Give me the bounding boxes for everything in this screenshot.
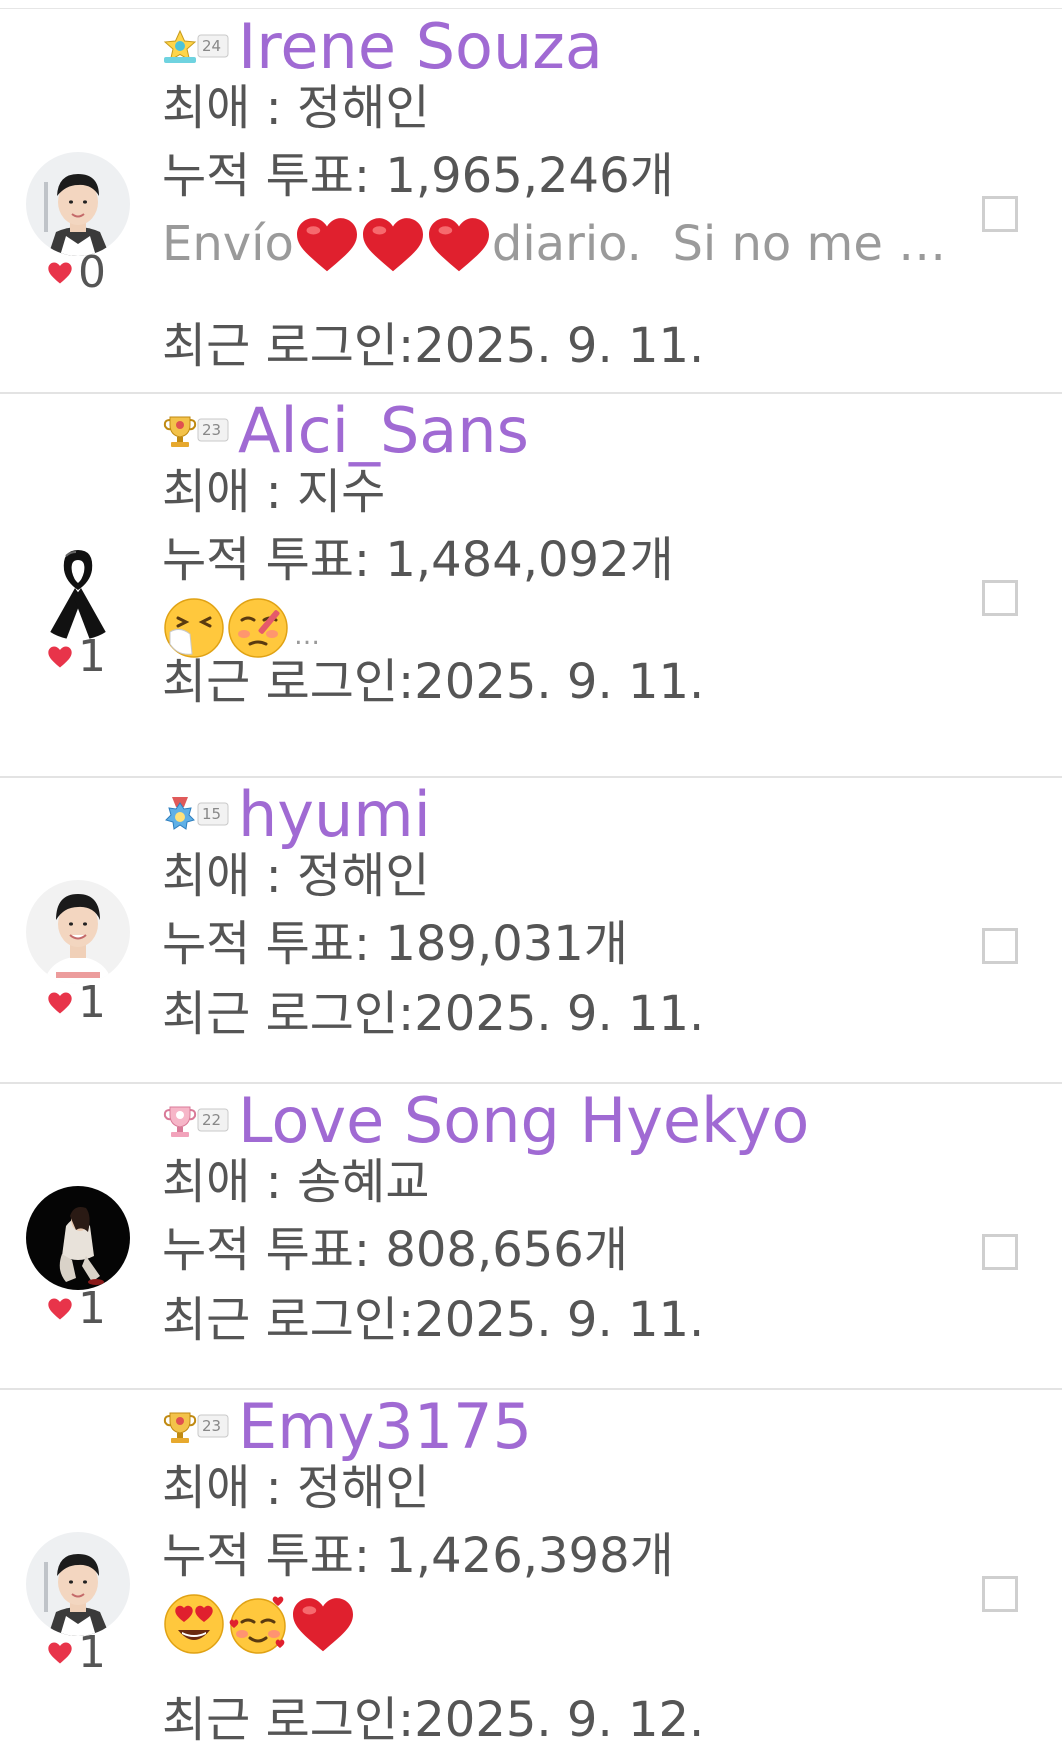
sick-face-emoji: 🤒: [228, 598, 288, 658]
favorite-name: 송혜교: [297, 1154, 430, 1210]
heart-icon: [48, 992, 72, 1014]
last-login-date: 2025. 9. 12.: [414, 1692, 705, 1748]
list-item[interactable]: 1 15 hyumi 최애 : 정해인 누적 투표: 189,031개 최근 로…: [0, 778, 1062, 1084]
red-heart-emoji: ❤️: [428, 218, 489, 272]
avatar[interactable]: [26, 536, 130, 640]
avatar[interactable]: [26, 1532, 130, 1636]
select-checkbox[interactable]: [982, 196, 1018, 232]
likes-count: 1: [78, 1283, 106, 1334]
heart-icon: [48, 1642, 72, 1664]
name-line: 22 Love Song Hyekyo: [162, 1088, 809, 1154]
favorite-line: 최애 : 지수: [162, 464, 386, 520]
username[interactable]: hyumi: [238, 782, 431, 848]
red-heart-emoji: ❤️: [362, 218, 423, 272]
select-checkbox[interactable]: [982, 1576, 1018, 1612]
votes-count: 1,965,246: [385, 148, 630, 204]
list-item[interactable]: 1 23 Alci_Sans 최애 : 지수 누적 투표: 1,484,092개…: [0, 394, 1062, 778]
username[interactable]: Irene Souza: [238, 14, 603, 80]
trophy-badge-icon: 23: [162, 1407, 230, 1447]
smiling-hearts-emoji: 🥰: [229, 1596, 286, 1654]
last-login-date: 2025. 9. 11.: [414, 1292, 705, 1348]
name-line: 23 Emy3175: [162, 1394, 532, 1460]
medal-badge-icon: 15: [162, 795, 230, 835]
favorite-line: 최애 : 정해인: [162, 1460, 430, 1516]
last-login-date: 2025. 9. 11.: [414, 654, 705, 710]
votes-line: 누적 투표: 1,484,092개: [162, 532, 674, 588]
favorite-line: 최애 : 정해인: [162, 848, 430, 904]
votes-count: 1,484,092: [385, 532, 630, 588]
heart-icon: [48, 646, 72, 668]
favorite-line: 최애 : 정해인: [162, 80, 430, 136]
likes-count: 0: [78, 247, 106, 298]
list-item[interactable]: 1 22 Love Song Hyekyo 최애 : 송혜교 누적 투표: 80…: [0, 1084, 1062, 1390]
last-login-date: 2025. 9. 11.: [414, 986, 705, 1042]
heart-eyes-emoji: 😍: [164, 1594, 224, 1654]
red-heart-emoji: ❤️: [293, 1598, 353, 1652]
favorite-name: 정해인: [297, 1460, 430, 1516]
red-heart-emoji: ❤️: [296, 218, 357, 272]
likes-count: 1: [78, 631, 106, 682]
name-line: 15 hyumi: [162, 782, 431, 848]
last-login-date: 2025. 9. 11.: [414, 318, 705, 374]
votes-line: 누적 투표: 808,656개: [162, 1222, 628, 1278]
status-message: 😍 🥰 ❤️: [162, 1584, 970, 1664]
votes-count: 189,031: [385, 916, 584, 972]
heart-icon: [48, 262, 72, 284]
list-item[interactable]: 0 24 Irene Souza 최애 : 정해인 누적 투표: 1,965,2…: [0, 10, 1062, 394]
select-checkbox[interactable]: [982, 1234, 1018, 1270]
avatar[interactable]: [26, 880, 130, 984]
list-item[interactable]: 1 23 Emy3175 최애 : 정해인 누적 투표: 1,426,398개 …: [0, 1390, 1062, 1758]
last-login-line: 최근 로그인:2025. 9. 11.: [162, 318, 705, 374]
username[interactable]: Alci_Sans: [238, 398, 529, 464]
select-checkbox[interactable]: [982, 928, 1018, 964]
votes-line: 누적 투표: 1,426,398개: [162, 1528, 674, 1584]
votes-line: 누적 투표: 189,031개: [162, 916, 628, 972]
last-login-line: 최근 로그인:2025. 9. 12.: [162, 1692, 705, 1748]
likes-counter[interactable]: 1: [46, 1628, 106, 1678]
last-login-line: 최근 로그인:2025. 9. 11.: [162, 986, 705, 1042]
username[interactable]: Emy3175: [238, 1394, 532, 1460]
star-badge-icon: 24: [162, 27, 230, 67]
name-line: 24 Irene Souza: [162, 14, 603, 80]
likes-counter[interactable]: 1: [46, 978, 106, 1028]
heart-icon: [48, 1298, 72, 1320]
favorite-name: 정해인: [297, 848, 430, 904]
votes-line: 누적 투표: 1,965,246개: [162, 148, 674, 204]
status-message: Envío ❤️ ❤️ ❤️ diario. Si no me …: [162, 216, 947, 272]
likes-counter[interactable]: 0: [46, 248, 106, 298]
username[interactable]: Love Song Hyekyo: [238, 1088, 809, 1154]
favorite-line: 최애 : 송혜교: [162, 1154, 430, 1210]
votes-count: 1,426,398: [385, 1528, 630, 1584]
top-divider: [0, 8, 1062, 9]
last-login-line: 최근 로그인:2025. 9. 11.: [162, 1292, 705, 1348]
likes-count: 1: [78, 977, 106, 1028]
sneezing-face-emoji: 🤧: [164, 598, 224, 658]
select-checkbox[interactable]: [982, 580, 1018, 616]
name-line: 23 Alci_Sans: [162, 398, 529, 464]
favorite-name: 지수: [297, 464, 386, 520]
trophy-badge-icon: 23: [162, 411, 230, 451]
likes-count: 1: [78, 1627, 106, 1678]
votes-count: 808,656: [385, 1222, 584, 1278]
avatar[interactable]: [26, 152, 130, 256]
likes-counter[interactable]: 1: [46, 1284, 106, 1334]
pink-trophy-badge-icon: 22: [162, 1101, 230, 1141]
favorite-name: 정해인: [297, 80, 430, 136]
last-login-line: 최근 로그인:2025. 9. 11.: [162, 654, 705, 710]
likes-counter[interactable]: 1: [46, 632, 106, 682]
avatar[interactable]: [26, 1186, 130, 1290]
